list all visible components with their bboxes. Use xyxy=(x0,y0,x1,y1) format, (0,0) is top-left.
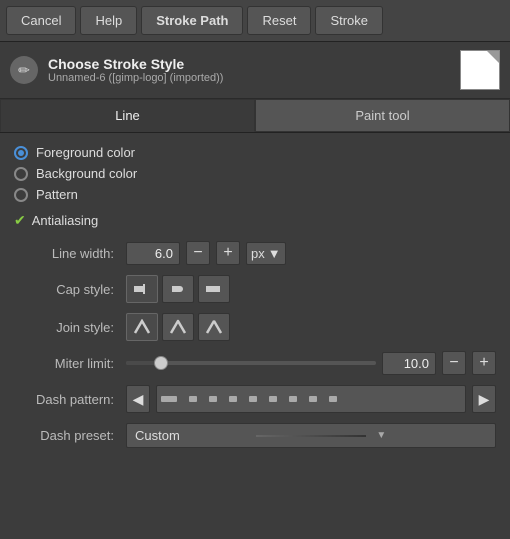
cap-butt-icon xyxy=(133,281,151,297)
cap-style-row: Cap style: xyxy=(14,275,496,303)
help-button[interactable]: Help xyxy=(80,6,137,35)
join-round-icon xyxy=(169,319,187,335)
join-miter-button[interactable] xyxy=(126,313,158,341)
miter-limit-row: Miter limit: − + xyxy=(14,351,496,375)
pattern-radio[interactable] xyxy=(14,188,28,202)
dropdown-separator xyxy=(256,435,367,437)
miter-limit-slider[interactable] xyxy=(126,353,376,373)
line-options-panel: Foreground color Background color Patter… xyxy=(0,133,510,470)
join-style-label: Join style: xyxy=(14,320,114,335)
cancel-button[interactable]: Cancel xyxy=(6,6,76,35)
slider-thumb[interactable] xyxy=(154,356,168,370)
dialog-subtitle: Unnamed-6 ([gimp-logo] (imported)) xyxy=(48,72,450,84)
join-round-button[interactable] xyxy=(162,313,194,341)
dash-pattern-row: Dash pattern: ◀ xyxy=(14,385,496,413)
line-width-decrease-button[interactable]: − xyxy=(186,241,210,265)
foreground-label: Foreground color xyxy=(36,145,135,160)
reset-button[interactable]: Reset xyxy=(247,6,311,35)
join-bevel-icon xyxy=(205,319,223,335)
cap-style-group xyxy=(126,275,230,303)
antialiasing-row[interactable]: ✔ Antialiasing xyxy=(14,212,496,229)
cap-round-button[interactable] xyxy=(162,275,194,303)
join-style-group xyxy=(126,313,230,341)
dash-preset-row: Dash preset: Custom ▼ xyxy=(14,423,496,448)
dialog-header: ✏ Choose Stroke Style Unnamed-6 ([gimp-l… xyxy=(0,42,510,99)
preview-thumbnail xyxy=(460,50,500,90)
miter-limit-label: Miter limit: xyxy=(14,356,114,371)
dash-pattern-label: Dash pattern: xyxy=(14,392,114,407)
toolbar: Cancel Help Stroke Path Reset Stroke xyxy=(0,0,510,42)
miter-limit-decrease-button[interactable]: − xyxy=(442,351,466,375)
background-color-option[interactable]: Background color xyxy=(14,166,496,181)
unit-dropdown[interactable]: px ▼ xyxy=(246,242,286,265)
line-width-label: Line width: xyxy=(14,246,114,261)
line-width-increase-button[interactable]: + xyxy=(216,241,240,265)
color-options-group: Foreground color Background color Patter… xyxy=(14,145,496,202)
header-text: Choose Stroke Style Unnamed-6 ([gimp-log… xyxy=(48,56,450,84)
miter-limit-increase-button[interactable]: + xyxy=(472,351,496,375)
line-width-row: Line width: − + px ▼ xyxy=(14,241,496,265)
tab-bar: Line Paint tool xyxy=(0,99,510,133)
unit-value: px xyxy=(251,246,265,261)
line-width-input[interactable] xyxy=(126,242,180,265)
dash-pattern-display xyxy=(156,385,466,413)
tab-line[interactable]: Line xyxy=(0,99,255,132)
cap-butt-button[interactable] xyxy=(126,275,158,303)
join-style-row: Join style: xyxy=(14,313,496,341)
dash-preset-label: Dash preset: xyxy=(14,428,114,443)
unit-arrow-icon: ▼ xyxy=(268,246,281,261)
dropdown-arrow-icon: ▼ xyxy=(376,430,487,441)
cap-square-icon xyxy=(205,281,223,297)
stroke-button[interactable]: Stroke xyxy=(315,6,383,35)
header-icon: ✏ xyxy=(10,56,38,84)
miter-limit-input[interactable] xyxy=(382,352,436,375)
background-radio[interactable] xyxy=(14,167,28,181)
background-label: Background color xyxy=(36,166,137,181)
dash-preset-dropdown[interactable]: Custom ▼ xyxy=(126,423,496,448)
pattern-option[interactable]: Pattern xyxy=(14,187,496,202)
stroke-path-button[interactable]: Stroke Path xyxy=(141,6,243,35)
antialiasing-label: Antialiasing xyxy=(32,213,99,228)
antialiasing-checkmark: ✔ xyxy=(14,212,26,229)
dash-preset-value: Custom xyxy=(135,428,246,443)
cap-round-icon xyxy=(169,281,187,297)
join-miter-icon xyxy=(133,319,151,335)
slider-track xyxy=(126,361,376,365)
dash-pattern-prev-button[interactable]: ◀ xyxy=(126,385,150,413)
join-bevel-button[interactable] xyxy=(198,313,230,341)
dash-pattern-next-button[interactable]: ▶ xyxy=(472,385,496,413)
foreground-radio[interactable] xyxy=(14,146,28,160)
pattern-label: Pattern xyxy=(36,187,78,202)
cap-square-button[interactable] xyxy=(198,275,230,303)
tab-paint-tool[interactable]: Paint tool xyxy=(255,99,510,132)
cap-style-label: Cap style: xyxy=(14,282,114,297)
dialog-title: Choose Stroke Style xyxy=(48,56,450,72)
foreground-color-option[interactable]: Foreground color xyxy=(14,145,496,160)
